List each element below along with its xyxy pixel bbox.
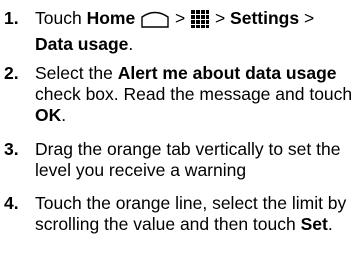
step-number: 2. [4,63,19,83]
separator: > [214,8,226,28]
separator: > [303,8,315,28]
ok-label: OK [35,105,62,125]
period: . [128,34,134,54]
step-number: 1. [4,8,19,28]
step-number: 4. [4,193,19,213]
alert-option-label: Alert me about data usage [117,63,337,83]
step-number: 3. [4,139,19,159]
settings-label: Settings [230,8,300,28]
period: . [61,105,67,125]
step-text-pre: Touch the orange line, select the limit … [35,193,347,234]
home-label: Home [86,8,136,28]
step-text: Drag the orange tab vertically to set th… [35,139,341,180]
step-text: Touch Home > > Settings > Data usage. [35,8,353,55]
period: . [327,214,333,234]
step-text-touch: Touch [35,8,82,28]
step-text: Select the Alert me about data usage che… [35,63,353,126]
separator: > [174,8,186,28]
step-text: Touch the orange line, select the limit … [35,193,353,235]
data-usage-label: Data usage [35,34,129,54]
step-text-post: check box. Read the message and touch [35,84,353,104]
instruction-document: 1. Touch Home > > Settings > Data usage.… [0,0,356,259]
set-label: Set [300,214,328,234]
home-icon [140,9,170,34]
step-text-pre: Select the [35,63,113,83]
apps-grid-icon [190,9,210,34]
